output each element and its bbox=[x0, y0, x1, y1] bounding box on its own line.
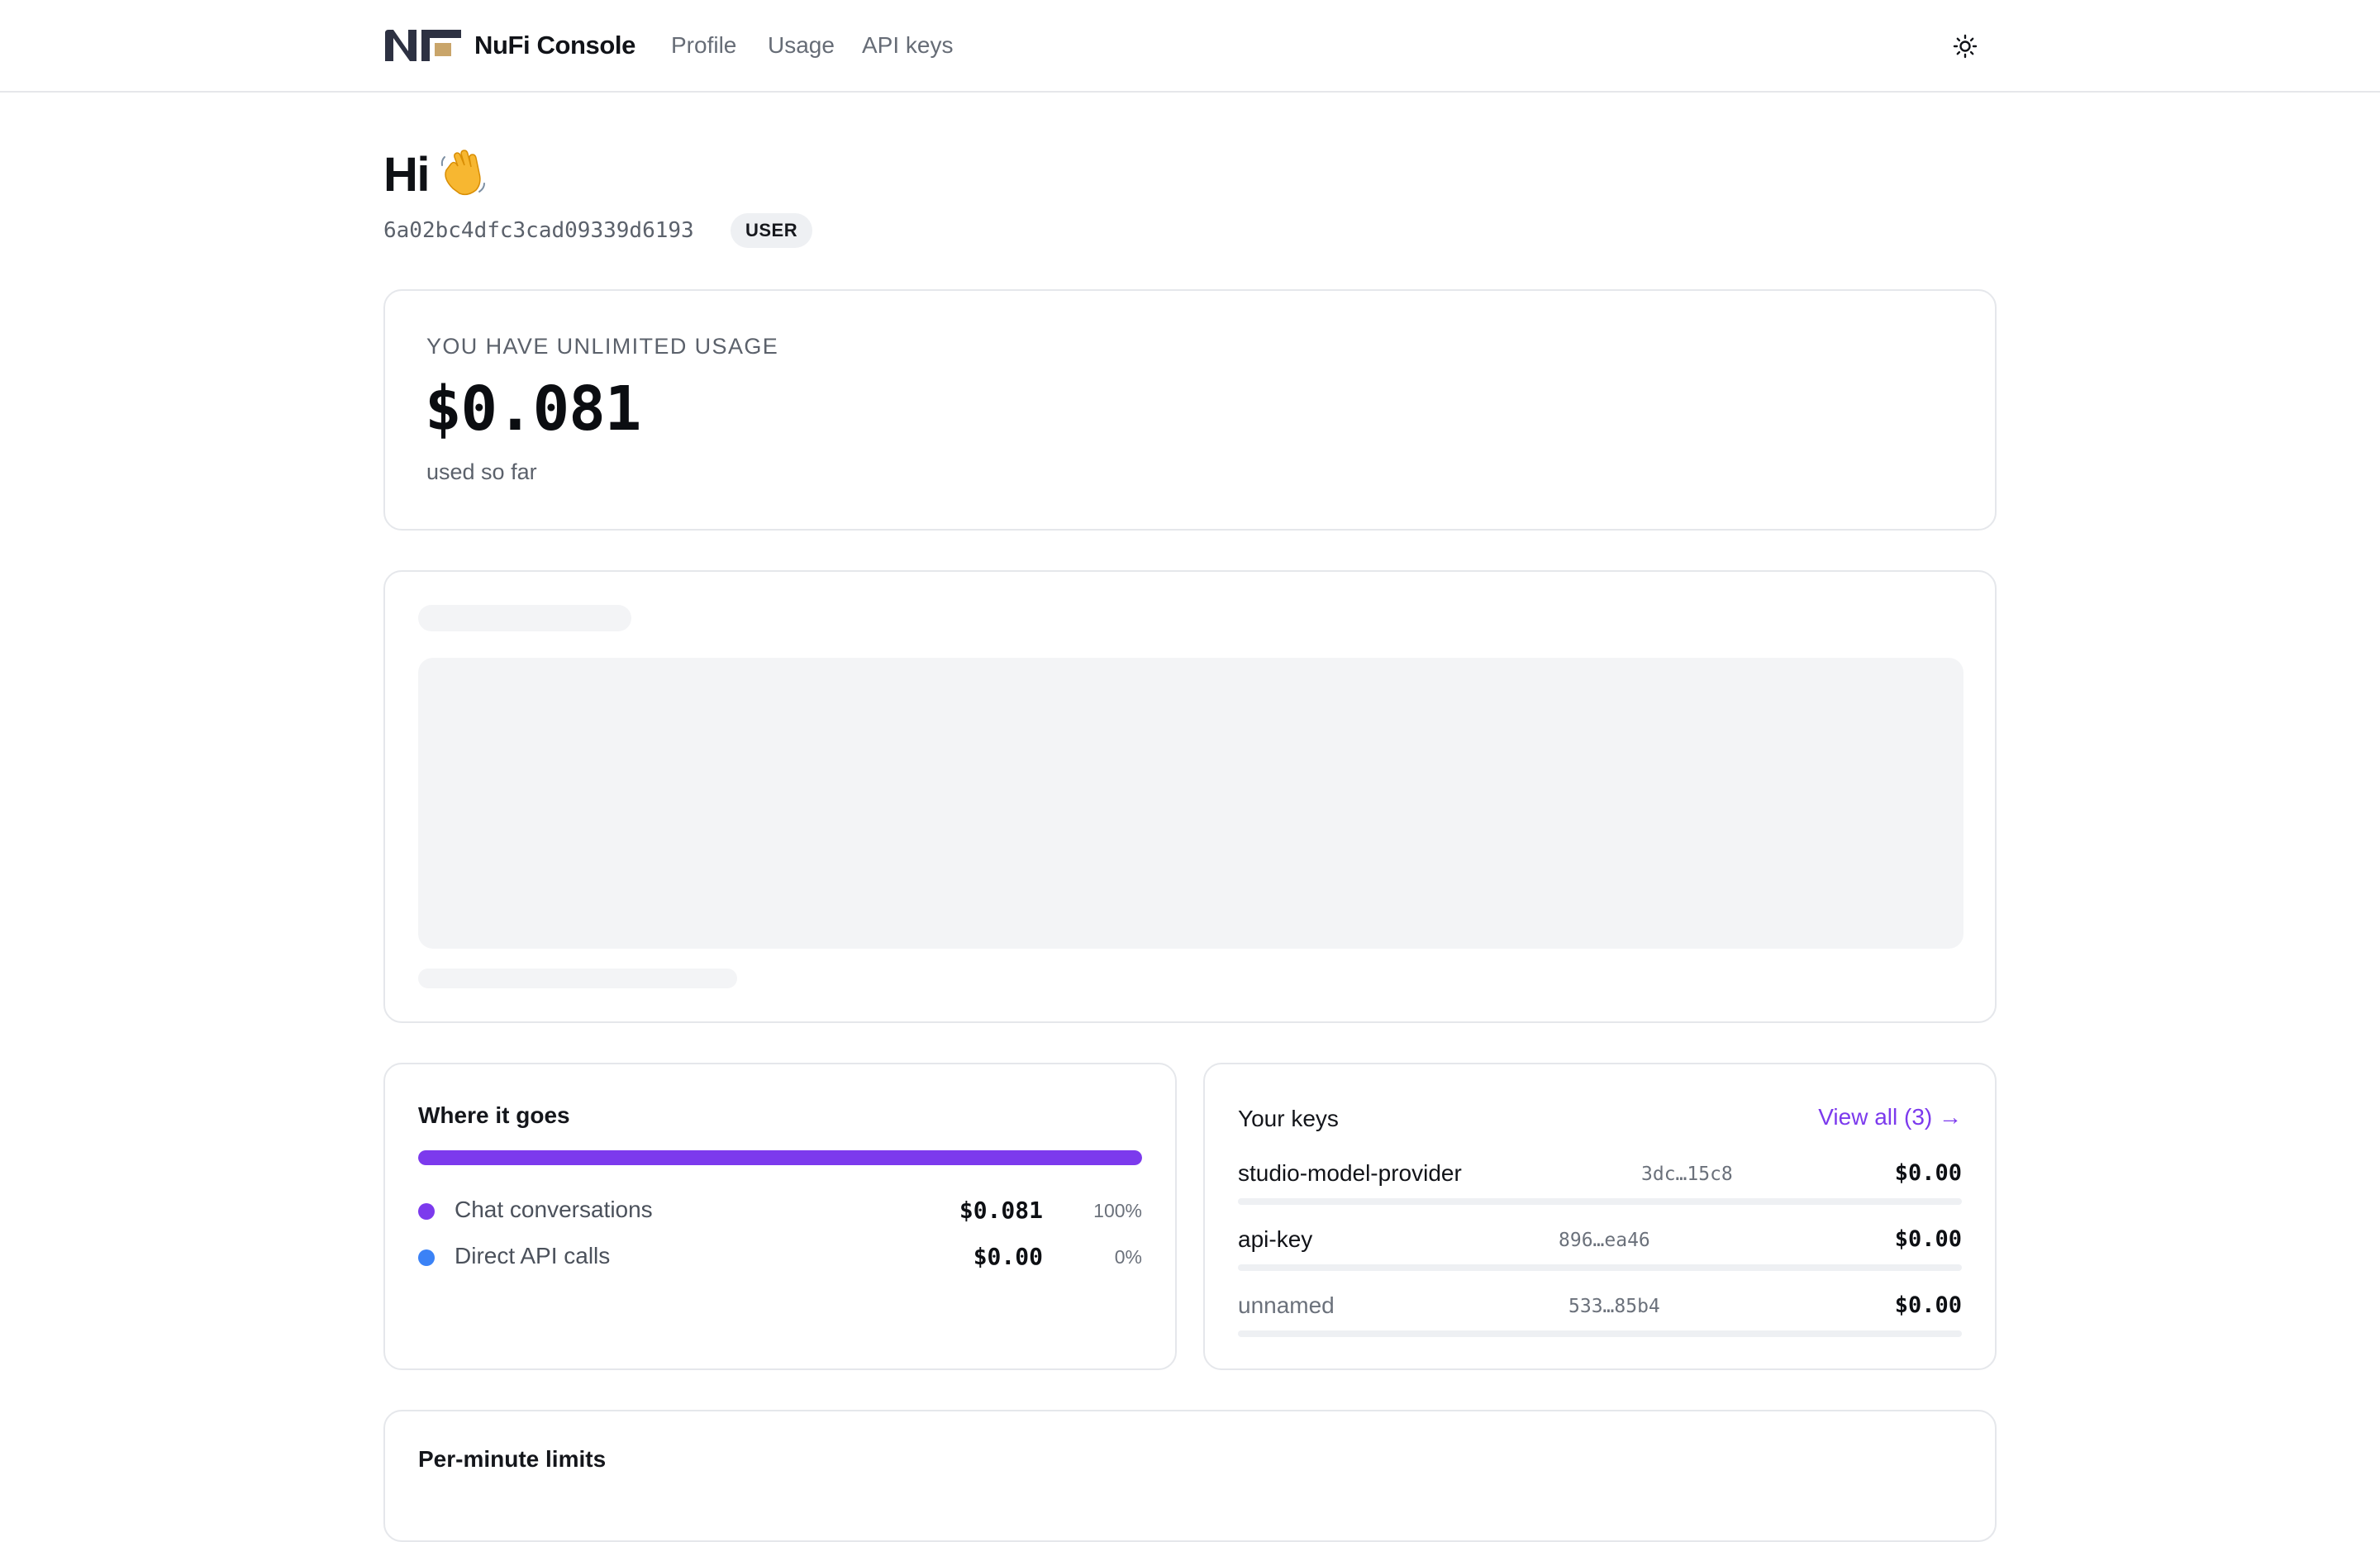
legend-amount-chat: $0.081 bbox=[959, 1197, 1043, 1224]
key-hash-unnamed: 533…85b4 bbox=[1568, 1296, 1660, 1317]
legend-percent-api: 0% bbox=[1114, 1246, 1142, 1268]
sun-icon bbox=[1953, 34, 1978, 59]
legend-label-api: Direct API calls bbox=[455, 1243, 611, 1268]
legend-percent-chat: 100% bbox=[1093, 1200, 1142, 1221]
key-usage-track-unnamed bbox=[1238, 1330, 1962, 1337]
keys-title: Your keys bbox=[1238, 1106, 1339, 1131]
skeleton-title bbox=[418, 605, 631, 631]
breakdown-bar bbox=[418, 1150, 1142, 1165]
key-cost-api-key: $0.00 bbox=[1894, 1226, 1962, 1252]
key-name-unnamed[interactable]: unnamed bbox=[1238, 1292, 1335, 1319]
key-hash-api-key: 896…ea46 bbox=[1559, 1230, 1650, 1251]
theme-toggle-button[interactable] bbox=[1949, 30, 1982, 63]
usage-subtitle: used so far bbox=[426, 459, 537, 484]
greeting-title: Hi bbox=[383, 148, 431, 202]
key-usage-track-api-key bbox=[1238, 1264, 1962, 1271]
limits-title: Per-minute limits bbox=[418, 1446, 607, 1472]
legend-amount-api: $0.00 bbox=[973, 1243, 1043, 1270]
top-bar: NuFi Console Profile Usage API keys bbox=[0, 0, 2380, 93]
key-name-api-key[interactable]: api-key bbox=[1238, 1226, 1312, 1253]
nufi-logo[interactable] bbox=[383, 28, 463, 63]
key-cost-unnamed: $0.00 bbox=[1894, 1292, 1962, 1318]
keys-card: Your keys View all (3) → studio-model-pr… bbox=[1203, 1063, 1997, 1370]
key-name-studio[interactable]: studio-model-provider bbox=[1238, 1160, 1462, 1187]
key-hash-studio: 3dc…15c8 bbox=[1641, 1164, 1733, 1185]
waving-hand-icon bbox=[440, 150, 485, 196]
nav-api-keys[interactable]: API keys bbox=[862, 32, 953, 59]
role-badge: USER bbox=[731, 213, 813, 248]
usage-chart-skeleton-card bbox=[383, 570, 1997, 1023]
legend-dot-chat bbox=[418, 1203, 435, 1220]
user-id: 6a02bc4dfc3cad09339d6193 bbox=[383, 218, 694, 243]
legend-label-chat: Chat conversations bbox=[455, 1197, 653, 1222]
view-all-keys-link[interactable]: View all (3) → bbox=[1818, 1104, 1962, 1130]
nav-profile[interactable]: Profile bbox=[671, 32, 736, 59]
skeleton-footer bbox=[418, 969, 737, 988]
key-cost-studio: $0.00 bbox=[1894, 1160, 1962, 1186]
spend-breakdown-card: Where it goes Chat conversations $0.081 … bbox=[383, 1063, 1177, 1370]
skeleton-chart bbox=[418, 658, 1963, 949]
usage-caption: YOU HAVE UNLIMITED USAGE bbox=[426, 334, 779, 359]
breakdown-title: Where it goes bbox=[418, 1102, 570, 1128]
usage-amount: $0.081 bbox=[425, 374, 641, 445]
key-usage-track-studio bbox=[1238, 1198, 1962, 1205]
nav-usage[interactable]: Usage bbox=[768, 32, 835, 59]
usage-summary-card: YOU HAVE UNLIMITED USAGE $0.081 used so … bbox=[383, 289, 1997, 531]
legend-dot-api bbox=[418, 1249, 435, 1266]
brand-name[interactable]: NuFi Console bbox=[474, 31, 635, 60]
breakdown-bar-fill bbox=[418, 1150, 1142, 1165]
rate-limits-card: Per-minute limits bbox=[383, 1410, 1997, 1542]
